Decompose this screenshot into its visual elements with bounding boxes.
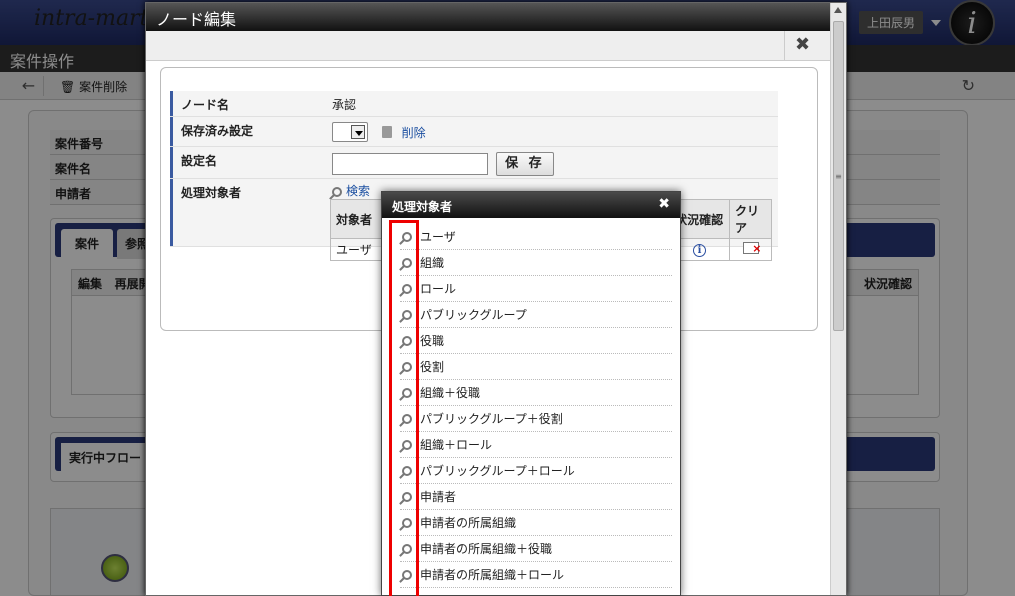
popup-list: ユーザ組織ロールパブリックグループ 役職役割組織＋役職パブリックグループ＋役割 組織… xyxy=(396,224,672,588)
search-control: 検索 xyxy=(330,179,372,199)
search-icon[interactable] xyxy=(332,186,342,197)
list-item[interactable]: パブリックグループ xyxy=(400,302,672,328)
list-item-label: 組織 xyxy=(420,256,445,270)
list-item[interactable]: 役職 xyxy=(400,328,672,354)
list-item[interactable]: 役割 xyxy=(400,354,672,380)
dialog-title: ノード編集 xyxy=(146,3,846,31)
row-node-name: ノード名 承認 xyxy=(170,91,778,117)
trash-icon[interactable] xyxy=(381,126,392,138)
info-icon[interactable]: i xyxy=(693,244,707,257)
list-item[interactable]: ユーザ xyxy=(400,224,672,250)
target-type-popup: 処理対象者 ✖ ユーザ組織ロールパブリックグループ 役職役割組織＋役職パブリックグ… xyxy=(381,191,681,596)
list-item[interactable]: 組織＋ロール xyxy=(400,432,672,458)
close-icon[interactable]: ✖ xyxy=(784,31,820,61)
list-item[interactable]: 申請者 xyxy=(400,484,672,510)
delete-link[interactable]: 削除 xyxy=(402,126,426,140)
list-item[interactable]: 組織 xyxy=(400,250,672,276)
search-icons-highlight xyxy=(389,220,419,596)
clear-icon[interactable] xyxy=(742,242,762,255)
chevron-down-icon[interactable] xyxy=(351,125,365,139)
search-link[interactable]: 検索 xyxy=(346,184,370,198)
list-item[interactable]: 申請者の所属組織＋役職 xyxy=(400,536,672,562)
setting-name-input[interactable] xyxy=(332,153,488,175)
save-button[interactable]: 保 存 xyxy=(495,152,554,176)
list-item-label: パブリックグループ＋役割 xyxy=(420,412,563,426)
list-item-label: 申請者の所属組織＋ロール xyxy=(420,568,565,582)
target-label: 処理対象者 xyxy=(170,179,324,246)
list-item-label: パブリックグループ＋ロール xyxy=(420,464,575,478)
close-icon[interactable]: ✖ xyxy=(658,196,670,212)
row-saved-settings: 保存済み設定 削除 xyxy=(170,117,778,147)
list-item[interactable]: ロール xyxy=(400,276,672,302)
popup-title: 処理対象者 ✖ xyxy=(382,192,680,218)
list-item[interactable]: 申請者の所属組織 xyxy=(400,510,672,536)
list-item-label: 申請者の所属組織 xyxy=(420,516,517,530)
list-item[interactable]: 申請者の所属組織＋ロール xyxy=(400,562,672,588)
saved-settings-control: 削除 xyxy=(330,117,428,146)
list-item-label: 申請者の所属組織＋役職 xyxy=(420,542,553,556)
popup-title-text: 処理対象者 xyxy=(392,200,453,214)
scroll-thumb[interactable]: ≡ xyxy=(833,21,844,331)
dialog-toolbar: ✖ xyxy=(146,31,846,61)
row-setting-name: 設定名 保 存 xyxy=(170,147,778,179)
list-item-label: 役割 xyxy=(420,360,445,374)
dialog-scrollbar[interactable]: ≡ xyxy=(830,3,846,595)
setting-name-label: 設定名 xyxy=(170,147,324,178)
clear-header: クリア xyxy=(729,199,772,239)
list-item-label: 組織＋役職 xyxy=(420,386,481,400)
list-item-label: 申請者 xyxy=(420,490,457,504)
node-name-label: ノード名 xyxy=(170,91,324,116)
list-item[interactable]: パブリックグループ＋ロール xyxy=(400,458,672,484)
list-item-label: ロール xyxy=(420,282,457,296)
saved-settings-label: 保存済み設定 xyxy=(170,117,324,146)
list-item-label: パブリックグループ xyxy=(420,308,527,322)
node-name-value: 承認 xyxy=(332,98,357,112)
scroll-up-icon[interactable] xyxy=(834,7,842,13)
list-item-label: 組織＋ロール xyxy=(420,438,493,452)
list-item-label: ユーザ xyxy=(420,230,456,244)
list-item[interactable]: 組織＋役職 xyxy=(400,380,672,406)
saved-settings-select[interactable] xyxy=(332,122,368,142)
setting-name-control: 保 存 xyxy=(330,147,556,178)
list-item-label: 役職 xyxy=(420,334,445,348)
clear-cell xyxy=(729,238,772,261)
list-item[interactable]: パブリックグループ＋役割 xyxy=(400,406,672,432)
